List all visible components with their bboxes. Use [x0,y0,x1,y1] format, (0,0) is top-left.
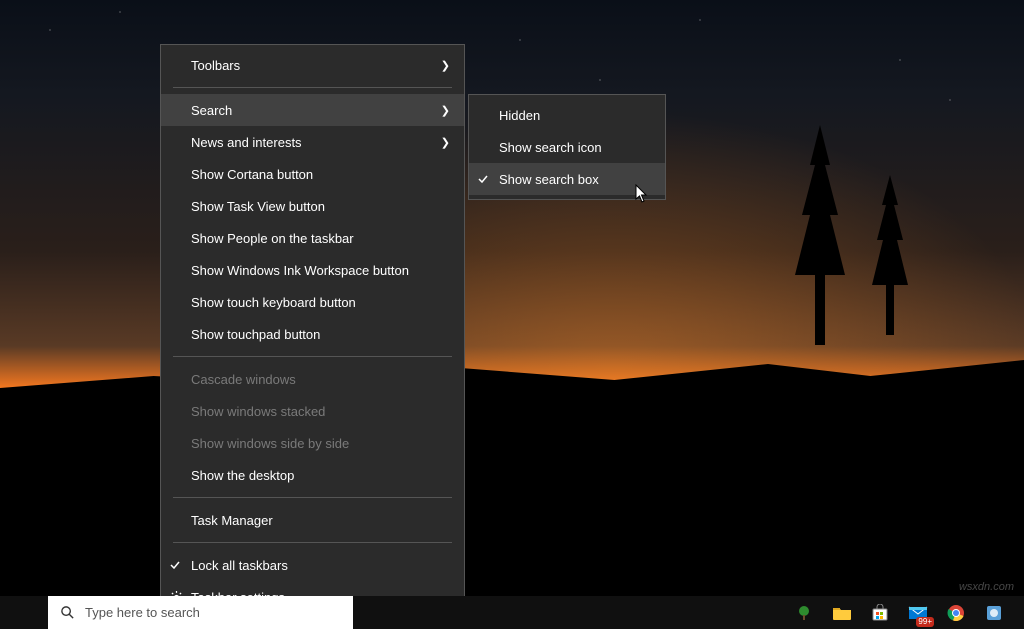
chevron-right-icon: ❯ [441,104,450,117]
menu-item-cortana-button[interactable]: Show Cortana button [161,158,464,190]
menu-item-touchpad[interactable]: Show touchpad button [161,318,464,350]
menu-item-side-by-side: Show windows side by side [161,427,464,459]
menu-item-label: Search [191,103,441,118]
search-submenu: Hidden Show search icon Show search box [468,94,666,200]
menu-item-toolbars[interactable]: Toolbars ❯ [161,49,464,81]
menu-item-label: Toolbars [191,58,441,73]
menu-item-task-view[interactable]: Show Task View button [161,190,464,222]
checkmark-icon [477,173,493,185]
taskbar-search-box[interactable]: Type here to search [48,596,353,629]
tray-icon-mail[interactable]: 99+ [906,601,930,625]
tray-icon-chrome[interactable] [944,601,968,625]
menu-item-stacked: Show windows stacked [161,395,464,427]
tray-icon-file-explorer[interactable] [830,601,854,625]
search-placeholder: Type here to search [85,605,200,620]
menu-item-cascade: Cascade windows [161,363,464,395]
menu-item-news-interests[interactable]: News and interests ❯ [161,126,464,158]
tray-icon-microsoft-store[interactable] [868,601,892,625]
menu-item-search[interactable]: Search ❯ [161,94,464,126]
notification-badge: 99+ [916,617,934,627]
menu-item-show-desktop[interactable]: Show the desktop [161,459,464,491]
search-icon [60,605,75,620]
menu-item-label: Hidden [499,108,651,123]
chevron-right-icon: ❯ [441,59,450,72]
menu-item-label: Cascade windows [191,372,450,387]
menu-item-label: News and interests [191,135,441,150]
menu-item-touch-keyboard[interactable]: Show touch keyboard button [161,286,464,318]
menu-separator [173,87,452,88]
menu-item-label: Task Manager [191,513,450,528]
chevron-right-icon: ❯ [441,136,450,149]
submenu-item-show-search-icon[interactable]: Show search icon [469,131,665,163]
menu-item-label: Show Task View button [191,199,450,214]
menu-item-lock-taskbars[interactable]: Lock all taskbars [161,549,464,581]
watermark-text: wsxdn.com [959,581,1014,593]
menu-item-label: Show touchpad button [191,327,450,342]
menu-item-label: Show People on the taskbar [191,231,450,246]
tray-icon-tree[interactable] [792,601,816,625]
menu-item-label: Show windows stacked [191,404,450,419]
menu-separator [173,356,452,357]
menu-item-ink-workspace[interactable]: Show Windows Ink Workspace button [161,254,464,286]
menu-item-task-manager[interactable]: Task Manager [161,504,464,536]
taskbar: Type here to search 99+ [0,596,1024,629]
menu-item-label: Show touch keyboard button [191,295,450,310]
menu-item-label: Show Windows Ink Workspace button [191,263,450,278]
menu-item-label: Show search icon [499,140,651,155]
menu-item-label: Show the desktop [191,468,450,483]
menu-separator [173,542,452,543]
checkmark-icon [169,559,185,571]
taskbar-context-menu: Toolbars ❯ Search ❯ News and interests ❯… [160,44,465,598]
submenu-item-show-search-box[interactable]: Show search box [469,163,665,195]
menu-item-label: Lock all taskbars [191,558,450,573]
menu-item-label: Show windows side by side [191,436,450,451]
tray-icon-app[interactable] [982,601,1006,625]
desktop-hill [0,340,1024,420]
menu-item-label: Show Cortana button [191,167,450,182]
menu-item-label: Show search box [499,172,651,187]
system-tray: 99+ [792,596,1024,629]
menu-separator [173,497,452,498]
submenu-item-hidden[interactable]: Hidden [469,99,665,131]
menu-item-people[interactable]: Show People on the taskbar [161,222,464,254]
